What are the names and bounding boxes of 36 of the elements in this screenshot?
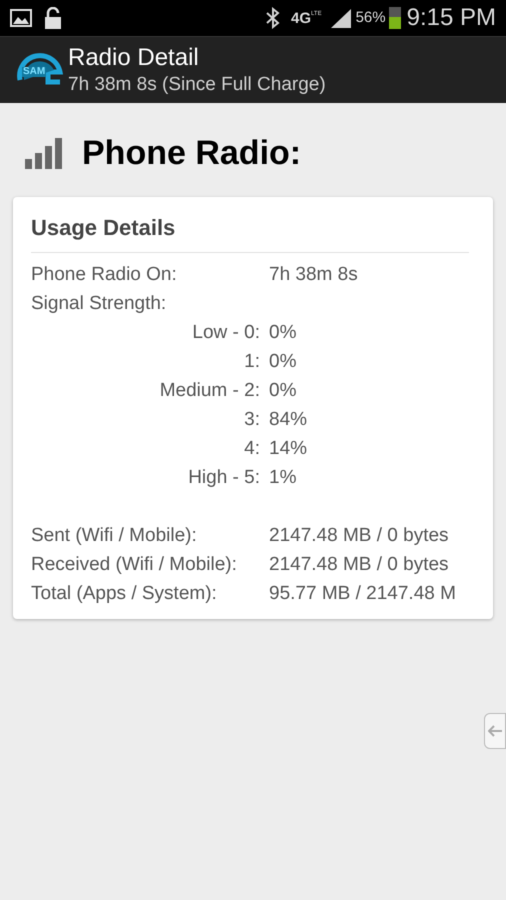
row-label: Medium - 2:	[160, 379, 260, 404]
lock-icon	[44, 7, 62, 29]
row-value: 0%	[269, 379, 296, 404]
picture-icon	[10, 9, 32, 27]
row-label: Phone Radio On:	[31, 263, 178, 288]
card-title: Usage Details	[31, 215, 176, 240]
network-type: 4G	[291, 10, 312, 26]
drawer-handle[interactable]	[484, 713, 506, 749]
row-label: Signal Strength:	[31, 292, 166, 316]
row-value: 84%	[269, 408, 308, 432]
page-heading: Phone Radio:	[82, 132, 302, 174]
row-value: 7h 38m 8s	[269, 263, 358, 288]
clock: 9:15 PM	[406, 3, 496, 33]
row-value: 0%	[269, 321, 296, 346]
row-label: High - 5:	[188, 466, 260, 490]
row-label: Total (Apps / System):	[31, 582, 218, 606]
row-value: 95.77 MB / 2147.48 M	[269, 582, 456, 606]
row-label: Received (Wifi / Mobile):	[31, 553, 238, 578]
row-value: 2147.48 MB / 0 bytes	[269, 553, 449, 578]
window-title: Radio Detail	[68, 43, 200, 74]
row-value: 1%	[269, 466, 296, 490]
row-label: 3:	[244, 408, 260, 432]
row-label: 1:	[244, 350, 260, 374]
battery-icon	[388, 7, 401, 29]
row-label: Sent (Wifi / Mobile):	[31, 524, 198, 548]
row-label: Low - 0:	[192, 321, 260, 346]
signal-icon	[330, 8, 352, 28]
window-subtitle: 7h 38m 8s (Since Full Charge)	[68, 73, 326, 97]
arrow-left-icon	[488, 725, 502, 737]
row-label: 4:	[244, 437, 260, 462]
signal-bars-icon	[24, 137, 64, 169]
row-value: 0%	[269, 350, 296, 374]
battery-percent: 56%	[356, 8, 386, 28]
row-value: 2147.48 MB / 0 bytes	[269, 524, 449, 548]
row-value: 14%	[269, 437, 308, 462]
app-logo: SAM	[16, 50, 64, 90]
